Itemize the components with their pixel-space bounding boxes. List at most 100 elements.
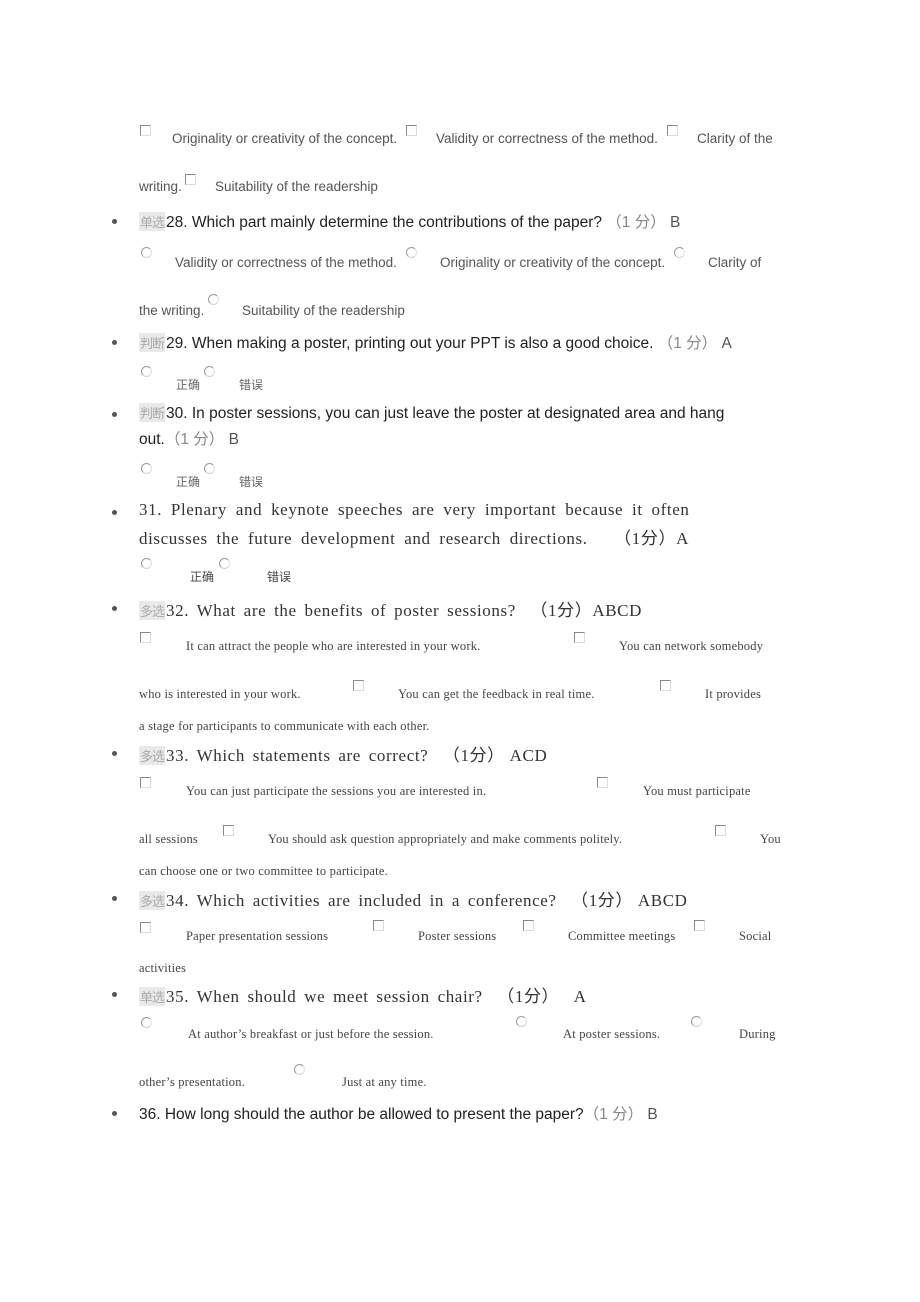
question-stem: 34. Which activities are included in a c… (166, 891, 557, 910)
question-text: 31. Plenary and keynote speeches are ver… (139, 500, 690, 519)
checkbox-c[interactable] (523, 920, 534, 931)
bullet-icon (112, 510, 117, 515)
answer-key: ABCD (592, 601, 642, 620)
radio-false[interactable] (204, 366, 215, 377)
option-label: Just at any time. (342, 1075, 427, 1089)
question-stem: 36. How long should the author be allowe… (139, 1106, 584, 1123)
option-label: 正确 (176, 378, 201, 392)
bullet-icon (112, 606, 117, 611)
option-label: You (760, 832, 781, 846)
answer-key: B (228, 431, 239, 448)
question-stem: 29. When making a poster, printing out y… (166, 335, 654, 352)
option-label: At poster sessions. (563, 1027, 661, 1041)
radio-true[interactable] (141, 366, 152, 377)
option-label: can choose one or two committee to parti… (139, 864, 388, 878)
option-label: It can attract the people who are intere… (186, 639, 481, 653)
radio-true[interactable] (141, 558, 152, 569)
checkbox-a[interactable] (140, 632, 151, 643)
checkbox-a[interactable] (140, 922, 151, 933)
question-stem: 33. Which statements are correct? (166, 746, 429, 765)
radio-d[interactable] (208, 294, 219, 305)
bullet-icon (112, 992, 117, 997)
question-text: 判断 30. In poster sessions, you can just l… (139, 403, 724, 423)
question-type-tag: 多选 (139, 891, 165, 910)
option-label: You must participate (643, 784, 751, 798)
checkbox-d[interactable] (694, 920, 705, 931)
option-label: Suitability of the readership (215, 179, 378, 194)
points-label: （1分） (497, 987, 560, 1006)
option-label: Suitability of the readership (242, 303, 405, 318)
bullet-icon (112, 412, 117, 417)
option-label: Clarity of the (697, 131, 773, 146)
checkbox-b[interactable] (406, 125, 417, 136)
radio-true[interactable] (141, 463, 152, 474)
option-label: all sessions (139, 832, 198, 846)
question-text-continued: discusses the future development and res… (139, 524, 689, 549)
radio-false[interactable] (204, 463, 215, 474)
question-text: 多选 34. Which activities are included in a… (139, 886, 688, 911)
points-label: （1分） (571, 891, 634, 910)
checkbox-d[interactable] (715, 825, 726, 836)
points-label: （1 分） (657, 335, 718, 352)
question-type-tag: 判断 (139, 333, 165, 352)
radio-a[interactable] (141, 1017, 152, 1028)
option-label: During (739, 1027, 776, 1041)
option-label: You can network somebody (619, 639, 764, 653)
question-stem: 32. What are the benefits of poster sess… (166, 601, 516, 620)
checkbox-d[interactable] (185, 174, 196, 185)
checkbox-a[interactable] (140, 125, 151, 136)
option-label: Validity or correctness of the method. (436, 131, 658, 146)
checkbox-a[interactable] (140, 777, 151, 788)
option-label: 错误 (239, 378, 264, 392)
option-label: activities (139, 961, 187, 975)
option-label: At author’s breakfast or just before the… (188, 1027, 434, 1041)
question-text: 多选 32. What are the benefits of poster se… (139, 596, 642, 621)
checkbox-b[interactable] (373, 920, 384, 931)
checkbox-c[interactable] (667, 125, 678, 136)
option-label: Committee meetings (568, 929, 676, 943)
question-type-tag: 判断 (139, 403, 165, 422)
answer-key: ACD (509, 746, 548, 765)
question-stem: 30. In poster sessions, you can just lea… (166, 405, 725, 422)
question-stem: 28. Which part mainly determine the cont… (166, 214, 602, 231)
radio-false[interactable] (219, 558, 230, 569)
question-text: 单选 28. Which part mainly determine the co… (139, 210, 680, 232)
option-label: Paper presentation sessions (186, 929, 329, 943)
option-label: Originality or creativity of the concept… (172, 131, 398, 146)
points-label: （1 分） (164, 431, 225, 448)
radio-b[interactable] (406, 247, 417, 258)
question-text: 判断 29. When making a poster, printing out… (139, 331, 732, 353)
radio-b[interactable] (516, 1016, 527, 1027)
question-text: 多选 33. Which statements are correct? （1分）… (139, 741, 547, 766)
answer-key: A (676, 529, 689, 548)
checkbox-c[interactable] (353, 680, 364, 691)
radio-d[interactable] (294, 1064, 305, 1075)
option-label: 错误 (239, 475, 264, 489)
checkbox-b[interactable] (574, 632, 585, 643)
radio-a[interactable] (141, 247, 152, 258)
question-type-tag: 单选 (139, 212, 165, 231)
radio-c[interactable] (691, 1016, 702, 1027)
option-label: the writing. (139, 303, 205, 318)
question-stem: 35. When should we meet session chair? (166, 987, 483, 1006)
bullet-icon (112, 896, 117, 901)
option-label: You can get the feedback in real time. (398, 687, 595, 701)
bullet-icon (112, 1111, 117, 1116)
question-stem: out. (139, 431, 165, 448)
option-label: who is interested in your work. (139, 687, 301, 701)
question-text: 36. How long should the author be allowe… (139, 1102, 658, 1124)
option-label: You should ask question appropriately an… (268, 832, 623, 846)
option-label: You can just participate the sessions yo… (186, 784, 487, 798)
radio-c[interactable] (674, 247, 685, 258)
option-label: Clarity of (708, 255, 762, 270)
answer-key: B (670, 214, 681, 231)
question-stem: discusses the future development and res… (139, 529, 588, 548)
points-label: （1分） (530, 601, 593, 620)
question-type-tag: 多选 (139, 746, 165, 765)
points-label: （1分） (614, 529, 677, 548)
checkbox-d[interactable] (660, 680, 671, 691)
checkbox-b[interactable] (597, 777, 608, 788)
option-label: It provides (705, 687, 762, 701)
option-label: writing. (139, 179, 182, 194)
checkbox-c[interactable] (223, 825, 234, 836)
